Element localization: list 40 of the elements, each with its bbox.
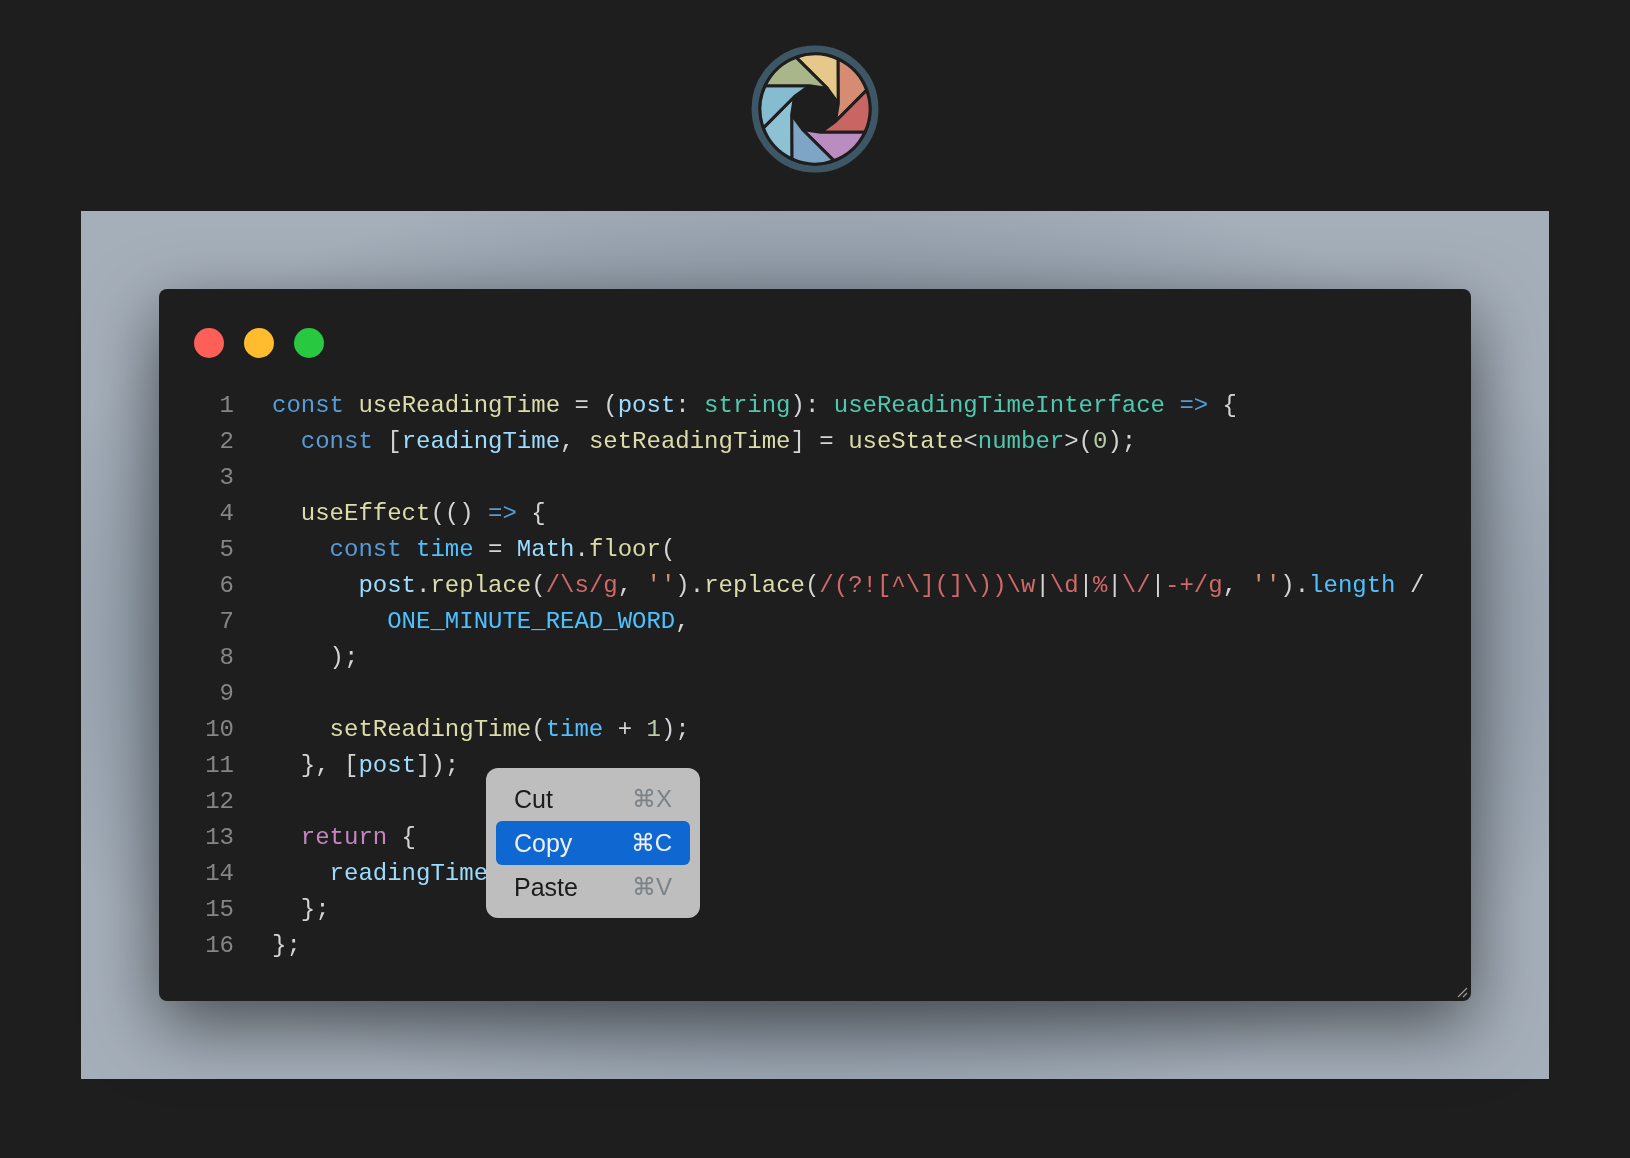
code-line: ONE_MINUTE_READ_WORD, (386, 607, 690, 637)
line-number: 4 (218, 499, 234, 529)
code-line: post.replace(/\s/g, '').replace(/(?![^\](]\))\w|\d|%|\/|-+/g, '').length / (357, 571, 1425, 601)
code-line: }; (299, 895, 330, 925)
line-number: 2 (218, 427, 234, 457)
line-number: 11 (204, 751, 234, 781)
line-number: 5 (218, 535, 234, 565)
code-line: }; (272, 931, 301, 961)
keyboard-shortcut: ⌘V (632, 873, 672, 901)
line-number: 6 (218, 571, 234, 601)
line-number: 16 (204, 931, 234, 961)
line-number: 14 (204, 859, 234, 889)
code-line: readingTime (328, 859, 489, 889)
aperture-logo-icon (750, 44, 880, 174)
code-line: useEffect(() => { (299, 499, 546, 529)
line-number: 9 (218, 679, 234, 709)
code-line: const [readingTime, setReadingTime] = useState<number>(0); (299, 427, 1137, 457)
code-line: const time = Math.floor( (328, 535, 676, 565)
keyboard-shortcut: ⌘X (632, 785, 672, 813)
window-zoom-button[interactable] (294, 328, 324, 358)
menu-item[interactable]: Copy ⌘C (496, 821, 690, 865)
line-number: 13 (204, 823, 234, 853)
menu-item[interactable]: Paste ⌘V (496, 865, 690, 909)
line-number: 1 (218, 391, 234, 421)
code-line: const useReadingTime = (post: string): useReadingTimeInterface => { (272, 391, 1238, 421)
line-number: 3 (218, 463, 234, 493)
line-number: 7 (218, 607, 234, 637)
line-number: 8 (218, 643, 234, 673)
resize-grip-icon[interactable] (1456, 986, 1468, 998)
keyboard-shortcut: ⌘C (630, 829, 672, 857)
code-line: }, [post]); (299, 751, 460, 781)
menu-item[interactable]: Cut ⌘X (496, 777, 690, 821)
line-number: 15 (204, 895, 234, 925)
code-line: return { (299, 823, 417, 853)
line-number: 12 (204, 787, 234, 817)
window-minimize-button[interactable] (244, 328, 274, 358)
line-number: 10 (204, 715, 234, 745)
code-line: ); (328, 643, 359, 673)
window-close-button[interactable] (194, 328, 224, 358)
code-line: setReadingTime(time + 1); (328, 715, 690, 745)
